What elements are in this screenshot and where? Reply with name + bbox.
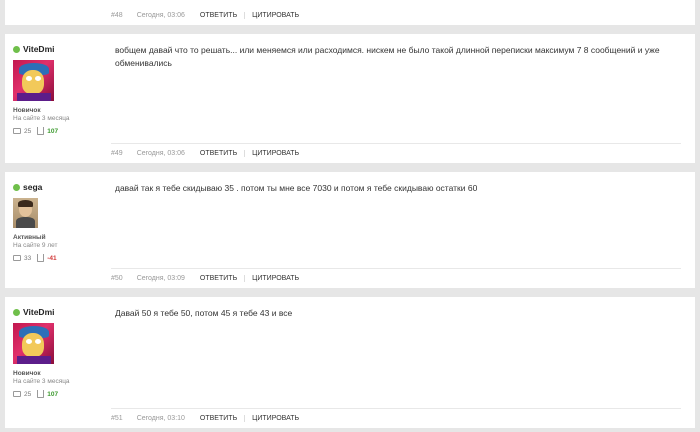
post-footer: #49 Сегодня, 03:06 ОТВЕТИТЬ ЦИТИРОВАТЬ — [111, 143, 681, 163]
post-48: #48 Сегодня, 03:06 ОТВЕТИТЬ ЦИТИРОВАТЬ — [5, 0, 695, 25]
author-panel: ViteDmi Новичок На сайте 3 месяца 25 107 — [13, 44, 103, 135]
author-name-row: sega — [13, 182, 103, 192]
post-date: Сегодня, 03:09 — [136, 275, 185, 282]
reply-button[interactable]: ОТВЕТИТЬ — [193, 150, 244, 157]
user-rank: Новичок — [13, 370, 41, 377]
post-49: ViteDmi Новичок На сайте 3 месяца 25 107… — [5, 34, 695, 163]
chat-bubble-icon — [13, 391, 21, 397]
reputation-icon — [37, 254, 45, 262]
avatar[interactable] — [13, 323, 54, 364]
chat-bubble-icon — [13, 128, 21, 134]
author-panel: sega Активный На сайте 9 лет 33 -41 — [13, 182, 103, 262]
author-name-row: ViteDmi — [13, 44, 103, 54]
post-number[interactable]: #51 — [111, 415, 123, 422]
quote-button[interactable]: ЦИТИРОВАТЬ — [244, 415, 306, 422]
reputation-icon — [37, 390, 45, 398]
user-rank: Новичок — [13, 107, 41, 114]
quote-button[interactable]: ЦИТИРОВАТЬ — [244, 275, 306, 282]
quote-button[interactable]: ЦИТИРОВАТЬ — [244, 150, 306, 157]
author-name-row: ViteDmi — [13, 307, 103, 317]
author-name[interactable]: ViteDmi — [23, 307, 55, 317]
avatar[interactable] — [13, 60, 54, 101]
post-date: Сегодня, 03:06 — [136, 11, 185, 19]
reply-button[interactable]: ОТВЕТИТЬ — [193, 415, 244, 422]
member-since: На сайте 9 лет — [13, 242, 58, 249]
reply-button[interactable]: ОТВЕТИТЬ — [193, 275, 244, 282]
post-51: ViteDmi Новичок На сайте 3 месяца 25 107… — [5, 297, 695, 428]
post-date: Сегодня, 03:10 — [136, 415, 185, 422]
reputation-value: 107 — [47, 390, 59, 398]
user-stats: 25 107 — [13, 127, 103, 135]
message-count: 33 — [24, 254, 32, 262]
author-panel: ViteDmi Новичок На сайте 3 месяца 25 107 — [13, 307, 103, 398]
quote-button[interactable]: ЦИТИРОВАТЬ — [244, 11, 306, 19]
online-dot-icon — [13, 308, 20, 316]
post-footer: #51 Сегодня, 03:10 ОТВЕТИТЬ ЦИТИРОВАТЬ — [111, 408, 681, 428]
post-content: давай так я тебе скидываю 35 . потом ты … — [115, 183, 478, 193]
avatar[interactable] — [13, 198, 38, 228]
post-number[interactable]: #48 — [111, 12, 123, 19]
chat-bubble-icon — [13, 255, 21, 261]
post-date: Сегодня, 03:06 — [136, 150, 185, 157]
reputation-icon — [37, 127, 45, 135]
post-50: sega Активный На сайте 9 лет 33 -41 дава… — [5, 172, 695, 288]
reply-button[interactable]: ОТВЕТИТЬ — [193, 12, 244, 19]
post-footer: #48 Сегодня, 03:06 ОТВЕТИТЬ ЦИТИРОВАТЬ — [111, 5, 681, 25]
author-name[interactable]: sega — [23, 182, 42, 192]
user-stats: 25 107 — [13, 390, 103, 398]
reputation-value: 107 — [47, 127, 59, 135]
message-count: 25 — [24, 127, 32, 135]
online-dot-icon — [13, 183, 20, 191]
post-number[interactable]: #50 — [111, 275, 123, 282]
message-count: 25 — [24, 390, 32, 398]
post-content: вобщем давай что то решать... или меняем… — [115, 45, 660, 68]
author-name[interactable]: ViteDmi — [23, 44, 55, 54]
user-stats: 33 -41 — [13, 254, 103, 262]
reputation-value: -41 — [47, 254, 57, 262]
online-dot-icon — [13, 45, 20, 53]
member-since: На сайте 3 месяца — [13, 115, 70, 122]
post-footer: #50 Сегодня, 03:09 ОТВЕТИТЬ ЦИТИРОВАТЬ — [111, 268, 681, 288]
user-rank: Активный — [13, 234, 46, 241]
post-content: Давай 50 я тебе 50, потом 45 я тебе 43 и… — [115, 308, 293, 318]
post-number[interactable]: #49 — [111, 150, 123, 157]
member-since: На сайте 3 месяца — [13, 378, 70, 385]
